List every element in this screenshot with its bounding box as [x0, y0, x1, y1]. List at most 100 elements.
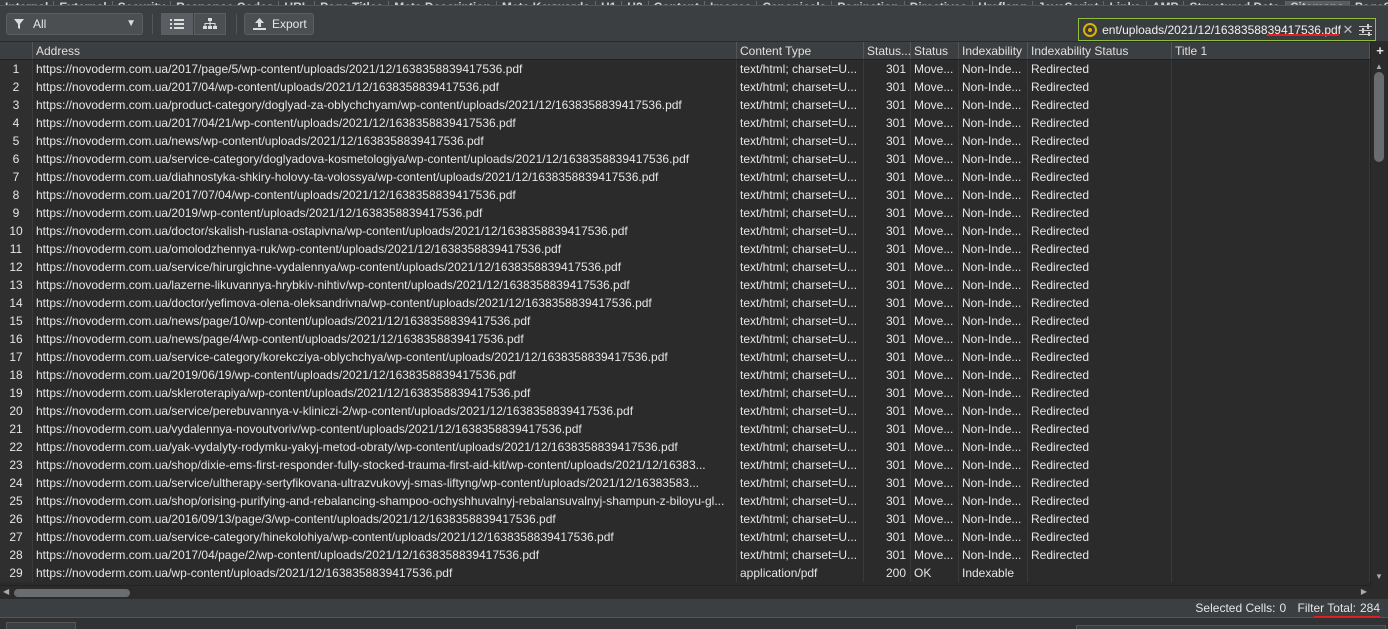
clear-search-icon[interactable]: ✕ — [1341, 22, 1355, 38]
indexability-cell[interactable]: Non-Inde... — [959, 96, 1028, 114]
status-cell[interactable]: Move... — [911, 456, 959, 474]
search-options-icon[interactable] — [1355, 23, 1375, 36]
table-row[interactable]: 10 https://novoderm.com.ua/doctor/skalish… — [0, 222, 1370, 240]
status-cell[interactable]: Move... — [911, 384, 959, 402]
status-cell[interactable]: Move... — [911, 402, 959, 420]
row-number[interactable]: 6 — [0, 150, 33, 168]
address-cell[interactable]: https://novoderm.com.ua/2019/wp-content/… — [33, 204, 737, 222]
indexability-cell[interactable]: Non-Inde... — [959, 474, 1028, 492]
row-number[interactable]: 13 — [0, 276, 33, 294]
status-cell[interactable]: Move... — [911, 258, 959, 276]
status-cell[interactable]: Move... — [911, 330, 959, 348]
indexability-status-cell[interactable]: Redirected — [1028, 168, 1172, 186]
indexability-status-cell[interactable]: Redirected — [1028, 546, 1172, 564]
indexability-status-cell[interactable]: Redirected — [1028, 402, 1172, 420]
title-1-cell[interactable] — [1172, 546, 1370, 564]
title-1-cell[interactable] — [1172, 420, 1370, 438]
status-cell[interactable]: OK — [911, 564, 959, 582]
content-type-cell[interactable]: text/html; charset=U... — [737, 510, 864, 528]
indexability-status-cell[interactable]: Redirected — [1028, 132, 1172, 150]
address-cell[interactable]: https://novoderm.com.ua/vydalennya-novou… — [33, 420, 737, 438]
row-number[interactable]: 18 — [0, 366, 33, 384]
table-row[interactable]: 25 https://novoderm.com.ua/shop/orising-p… — [0, 492, 1370, 510]
status-code-cell[interactable]: 301 — [864, 240, 911, 258]
status-code-cell[interactable]: 301 — [864, 150, 911, 168]
indexability-cell[interactable]: Non-Inde... — [959, 78, 1028, 96]
content-type-cell[interactable]: text/html; charset=U... — [737, 186, 864, 204]
export-button[interactable]: Export — [244, 13, 314, 35]
status-cell[interactable]: Move... — [911, 366, 959, 384]
address-cell[interactable]: https://novoderm.com.ua/skleroterapiya/w… — [33, 384, 737, 402]
table-row[interactable]: 21 https://novoderm.com.ua/vydalennya-nov… — [0, 420, 1370, 438]
content-type-cell[interactable]: text/html; charset=U... — [737, 78, 864, 96]
title-1-cell[interactable] — [1172, 294, 1370, 312]
address-cell[interactable]: https://novoderm.com.ua/doctor/yefimova-… — [33, 294, 737, 312]
row-number[interactable]: 23 — [0, 456, 33, 474]
address-cell[interactable]: https://novoderm.com.ua/service-category… — [33, 150, 737, 168]
vertical-scroll-thumb[interactable] — [1374, 72, 1384, 162]
content-type-cell[interactable]: text/html; charset=U... — [737, 474, 864, 492]
row-number[interactable]: 20 — [0, 402, 33, 420]
title-1-cell[interactable] — [1172, 312, 1370, 330]
indexability-status-cell[interactable]: Redirected — [1028, 204, 1172, 222]
address-cell[interactable]: https://novoderm.com.ua/service/ultherap… — [33, 474, 737, 492]
tree-view-button[interactable] — [194, 13, 226, 35]
status-code-cell[interactable]: 301 — [864, 348, 911, 366]
column-header-indexability[interactable]: Indexability — [959, 42, 1028, 59]
status-code-cell[interactable]: 301 — [864, 276, 911, 294]
status-code-cell[interactable]: 301 — [864, 492, 911, 510]
status-code-cell[interactable]: 301 — [864, 384, 911, 402]
title-1-cell[interactable] — [1172, 96, 1370, 114]
indexability-status-cell[interactable]: Redirected — [1028, 456, 1172, 474]
indexability-cell[interactable]: Non-Inde... — [959, 114, 1028, 132]
indexability-cell[interactable]: Non-Inde... — [959, 204, 1028, 222]
status-code-cell[interactable]: 301 — [864, 438, 911, 456]
address-cell[interactable]: https://novoderm.com.ua/news/page/4/wp-c… — [33, 330, 737, 348]
indexability-status-cell[interactable]: Redirected — [1028, 348, 1172, 366]
content-type-cell[interactable]: text/html; charset=U... — [737, 294, 864, 312]
title-1-cell[interactable] — [1172, 348, 1370, 366]
column-header-indexability-status[interactable]: Indexability Status — [1028, 42, 1172, 59]
content-type-cell[interactable]: text/html; charset=U... — [737, 402, 864, 420]
indexability-cell[interactable]: Non-Inde... — [959, 420, 1028, 438]
indexability-cell[interactable]: Non-Inde... — [959, 294, 1028, 312]
title-1-cell[interactable] — [1172, 186, 1370, 204]
content-type-cell[interactable]: text/html; charset=U... — [737, 384, 864, 402]
title-1-cell[interactable] — [1172, 222, 1370, 240]
title-1-cell[interactable] — [1172, 564, 1370, 582]
table-row[interactable]: 14 https://novoderm.com.ua/doctor/yefimov… — [0, 294, 1370, 312]
row-number[interactable]: 24 — [0, 474, 33, 492]
status-cell[interactable]: Move... — [911, 204, 959, 222]
title-1-cell[interactable] — [1172, 276, 1370, 294]
row-number[interactable]: 21 — [0, 420, 33, 438]
status-code-cell[interactable]: 301 — [864, 96, 911, 114]
address-cell[interactable]: https://novoderm.com.ua/2016/09/13/page/… — [33, 510, 737, 528]
status-code-cell[interactable]: 301 — [864, 510, 911, 528]
indexability-cell[interactable]: Non-Inde... — [959, 60, 1028, 78]
status-cell[interactable]: Move... — [911, 348, 959, 366]
row-number[interactable]: 22 — [0, 438, 33, 456]
address-cell[interactable]: https://novoderm.com.ua/2019/06/19/wp-co… — [33, 366, 737, 384]
search-input[interactable]: https://novoderm.com.ua/wp-content/uploa… — [1078, 18, 1376, 41]
status-cell[interactable]: Move... — [911, 168, 959, 186]
address-cell[interactable]: https://novoderm.com.ua/2017/04/wp-conte… — [33, 78, 737, 96]
content-type-cell[interactable]: text/html; charset=U... — [737, 240, 864, 258]
row-number[interactable]: 16 — [0, 330, 33, 348]
status-cell[interactable]: Move... — [911, 114, 959, 132]
indexability-status-cell[interactable]: Redirected — [1028, 276, 1172, 294]
title-1-cell[interactable] — [1172, 132, 1370, 150]
table-row[interactable]: 1 https://novoderm.com.ua/2017/page/5/wp-… — [0, 60, 1370, 78]
title-1-cell[interactable] — [1172, 510, 1370, 528]
table-row[interactable]: 19 https://novoderm.com.ua/skleroterapiya… — [0, 384, 1370, 402]
indexability-cell[interactable]: Non-Inde... — [959, 258, 1028, 276]
horizontal-scroll-thumb[interactable] — [14, 589, 130, 597]
title-1-cell[interactable] — [1172, 168, 1370, 186]
column-header-title-1[interactable]: Title 1 — [1172, 42, 1370, 59]
status-cell[interactable]: Move... — [911, 132, 959, 150]
indexability-status-cell[interactable]: Redirected — [1028, 330, 1172, 348]
title-1-cell[interactable] — [1172, 204, 1370, 222]
scroll-left-arrow-icon[interactable]: ◀ — [3, 587, 9, 596]
indexability-cell[interactable]: Non-Inde... — [959, 150, 1028, 168]
title-1-cell[interactable] — [1172, 456, 1370, 474]
address-cell[interactable]: https://novoderm.com.ua/omolodzhennya-ru… — [33, 240, 737, 258]
